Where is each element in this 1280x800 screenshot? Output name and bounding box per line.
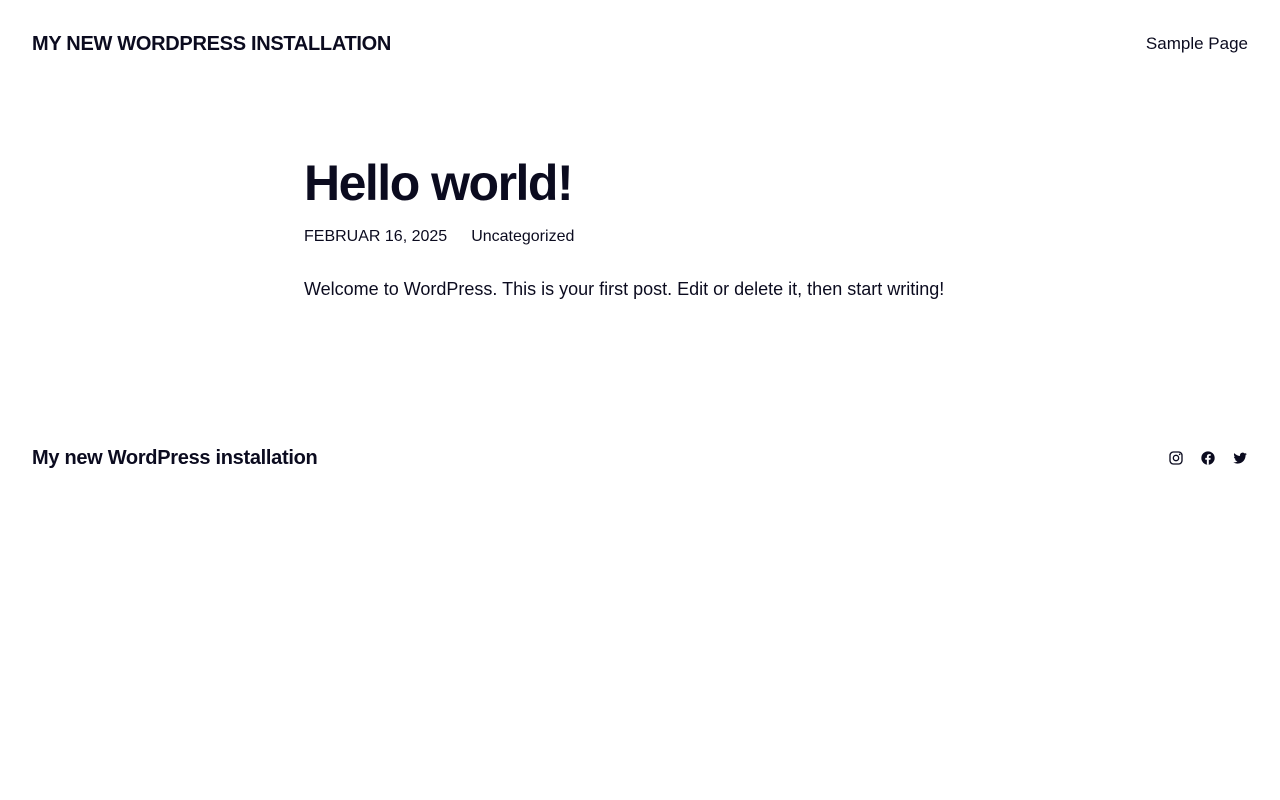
instagram-link[interactable] [1168, 450, 1184, 466]
twitter-link[interactable] [1232, 450, 1248, 466]
page: MY NEW WORDPRESS INSTALLATION Sample Pag… [0, 0, 1280, 800]
primary-nav: Sample Page [1146, 34, 1248, 54]
post-content: Welcome to WordPress. This is your first… [304, 279, 945, 299]
footer-site-title-link[interactable]: My new WordPress installation [32, 447, 318, 470]
post-category-link[interactable]: Uncategorized [471, 226, 574, 248]
facebook-icon [1201, 451, 1215, 465]
facebook-link[interactable] [1200, 450, 1216, 466]
site-title-link[interactable]: MY NEW WORDPRESS INSTALLATION [32, 33, 391, 56]
post-title[interactable]: Hello world! [304, 152, 1004, 214]
post: Hello world! FEBRUAR 16, 2025 Uncategori… [304, 152, 1004, 302]
nav-item-sample-page[interactable]: Sample Page [1146, 34, 1248, 53]
site-header: MY NEW WORDPRESS INSTALLATION Sample Pag… [0, 0, 1280, 88]
post-meta: FEBRUAR 16, 2025 Uncategorized [304, 226, 1004, 248]
instagram-icon [1169, 451, 1183, 465]
twitter-icon [1233, 452, 1247, 464]
post-date-link[interactable]: FEBRUAR 16, 2025 [304, 226, 447, 248]
site-footer: My new WordPress installation [0, 436, 1280, 480]
social-links [1168, 450, 1248, 466]
